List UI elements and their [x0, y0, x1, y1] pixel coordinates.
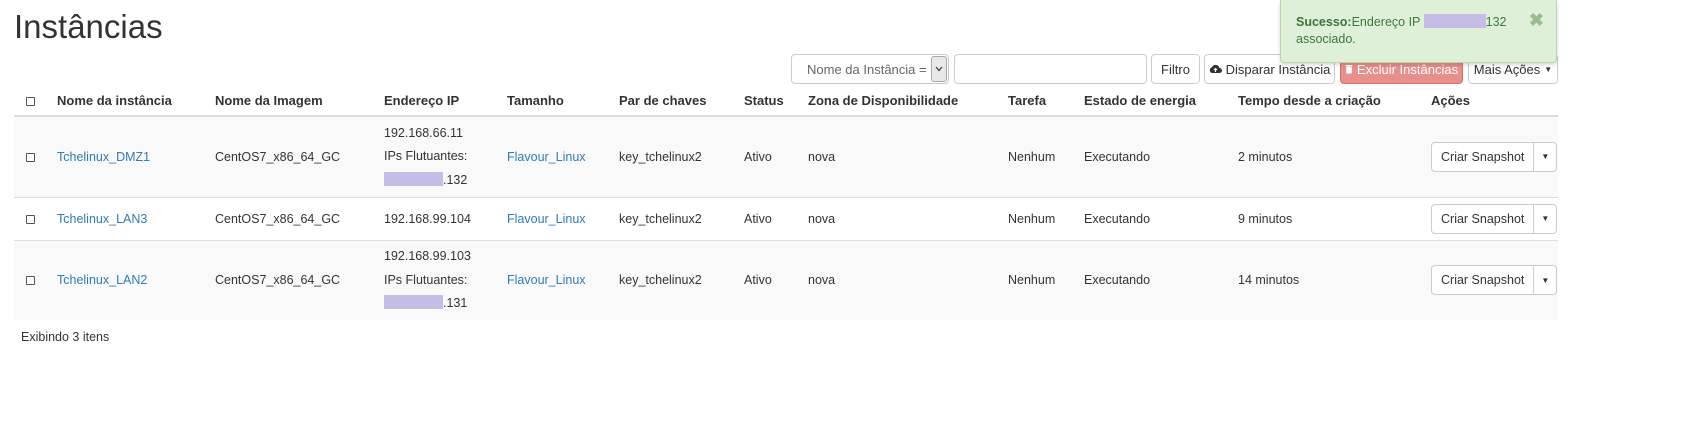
header-size[interactable]: Tamanho: [507, 86, 619, 117]
header-image-name[interactable]: Nome da Imagem: [215, 86, 384, 117]
create-snapshot-button[interactable]: Criar Snapshot: [1432, 266, 1535, 295]
header-status[interactable]: Status: [744, 86, 808, 117]
status: Ativo: [744, 115, 808, 197]
status: Ativo: [744, 239, 808, 320]
alert-title: Sucesso:: [1296, 15, 1352, 29]
flavor-link[interactable]: Flavour_Linux: [507, 212, 586, 226]
instance-name-link[interactable]: Tchelinux_DMZ1: [57, 150, 150, 164]
header-age[interactable]: Tempo desde a criação: [1238, 86, 1431, 117]
power-state: Executando: [1084, 239, 1238, 320]
row-actions: Criar Snapshot ▼: [1431, 203, 1558, 234]
task: Nenhum: [1008, 115, 1084, 197]
delete-instances-label: Excluir Instâncias: [1356, 61, 1459, 77]
redacted-ip: [384, 295, 443, 309]
close-icon[interactable]: ✖: [1529, 11, 1544, 29]
header-task[interactable]: Tarefa: [1008, 86, 1084, 117]
header-power-state[interactable]: Estado de energia: [1084, 86, 1238, 117]
power-state: Executando: [1084, 196, 1238, 240]
filter-field-select[interactable]: Nome da Instância =: [791, 54, 949, 84]
more-actions-label: Mais Ações: [1473, 61, 1541, 77]
filter-input[interactable]: [954, 54, 1147, 84]
alert-message: Endereço IP: [1351, 15, 1421, 29]
image-name: CentOS7_x86_64_GC: [215, 239, 384, 320]
header-availability-zone[interactable]: Zona de Disponibilidade: [808, 86, 1008, 117]
create-snapshot-button[interactable]: Criar Snapshot: [1432, 142, 1535, 171]
power-state: Executando: [1084, 115, 1238, 197]
launch-instance-label: Disparar Instância: [1225, 61, 1331, 77]
success-alert: Sucesso:Endereço IP 132 associado. ✖: [1280, 0, 1557, 63]
status: Ativo: [744, 196, 808, 240]
filter-field-label: Nome da Instância =: [807, 61, 927, 77]
table-row: Tchelinux_DMZ1 CentOS7_x86_64_GC 192.168…: [14, 115, 1558, 197]
row-actions: Criar Snapshot ▼: [1431, 141, 1558, 172]
table-row: Tchelinux_LAN2 CentOS7_x86_64_GC 192.168…: [14, 239, 1558, 320]
availability-zone: nova: [808, 196, 1008, 240]
chevron-down-icon[interactable]: ▼: [1534, 205, 1556, 233]
availability-zone: nova: [808, 239, 1008, 320]
table-row: Tchelinux_LAN3 CentOS7_x86_64_GC 192.168…: [14, 196, 1558, 240]
floating-ips-label: IPs Flutuantes:: [384, 272, 468, 287]
floating-ip-suffix: .131: [443, 296, 468, 310]
row-checkbox[interactable]: [26, 152, 35, 162]
fixed-ip: 192.168.66.11: [384, 125, 464, 140]
flavor-link[interactable]: Flavour_Linux: [507, 273, 586, 287]
header-actions: Ações: [1431, 86, 1558, 117]
cloud-upload-icon: [1209, 62, 1222, 77]
page-title: Instâncias: [14, 8, 163, 45]
floating-ip-suffix: .132: [443, 172, 468, 187]
chevron-down-icon[interactable]: ▼: [1534, 266, 1556, 294]
alert-ip-suffix: 132: [1485, 15, 1507, 29]
select-all-checkbox[interactable]: [26, 97, 35, 107]
task: Nenhum: [1008, 239, 1084, 320]
row-checkbox[interactable]: [26, 214, 35, 224]
keypair: key_tchelinux2: [619, 115, 744, 197]
filter-button-label: Filtro: [1161, 61, 1190, 77]
instance-name-link[interactable]: Tchelinux_LAN2: [57, 273, 147, 287]
chevron-down-icon: [931, 56, 947, 82]
create-snapshot-button[interactable]: Criar Snapshot: [1432, 204, 1535, 233]
items-count: Exibindo 3 itens: [21, 330, 110, 344]
age: 9 minutos: [1238, 196, 1431, 240]
header-keypair[interactable]: Par de chaves: [619, 86, 744, 117]
instance-name-link[interactable]: Tchelinux_LAN3: [57, 212, 147, 226]
fixed-ip: 192.168.99.104: [384, 196, 507, 240]
image-name: CentOS7_x86_64_GC: [215, 115, 384, 197]
age: 14 minutos: [1238, 239, 1431, 320]
trash-icon: [1345, 62, 1353, 77]
row-actions: Criar Snapshot ▼: [1431, 265, 1558, 296]
chevron-down-icon[interactable]: ▼: [1534, 143, 1556, 171]
availability-zone: nova: [808, 115, 1008, 197]
instances-table: Nome da instância Nome da Imagem Endereç…: [14, 86, 1558, 320]
row-checkbox[interactable]: [26, 276, 35, 286]
ip-address-cell: 192.168.66.11 IPs Flutuantes: .132: [384, 115, 507, 197]
keypair: key_tchelinux2: [619, 196, 744, 240]
ip-address-cell: 192.168.99.103 IPs Flutuantes: .131: [384, 239, 507, 320]
task: Nenhum: [1008, 196, 1084, 240]
redacted-ip: [1423, 14, 1486, 28]
flavor-link[interactable]: Flavour_Linux: [507, 150, 586, 164]
fixed-ip: 192.168.99.103: [384, 249, 471, 263]
floating-ips-label: IPs Flutuantes:: [384, 149, 468, 163]
image-name: CentOS7_x86_64_GC: [215, 196, 384, 240]
header-instance-name[interactable]: Nome da instância: [57, 86, 215, 117]
keypair: key_tchelinux2: [619, 239, 744, 320]
redacted-ip: [384, 171, 443, 186]
table-header-row: Nome da instância Nome da Imagem Endereç…: [14, 86, 1558, 117]
filter-button[interactable]: Filtro: [1151, 54, 1200, 84]
caret-down-icon: ▼: [1544, 64, 1553, 74]
age: 2 minutos: [1238, 115, 1431, 197]
alert-message-line2: associado.: [1296, 32, 1356, 46]
header-ip-address[interactable]: Endereço IP: [384, 86, 507, 117]
